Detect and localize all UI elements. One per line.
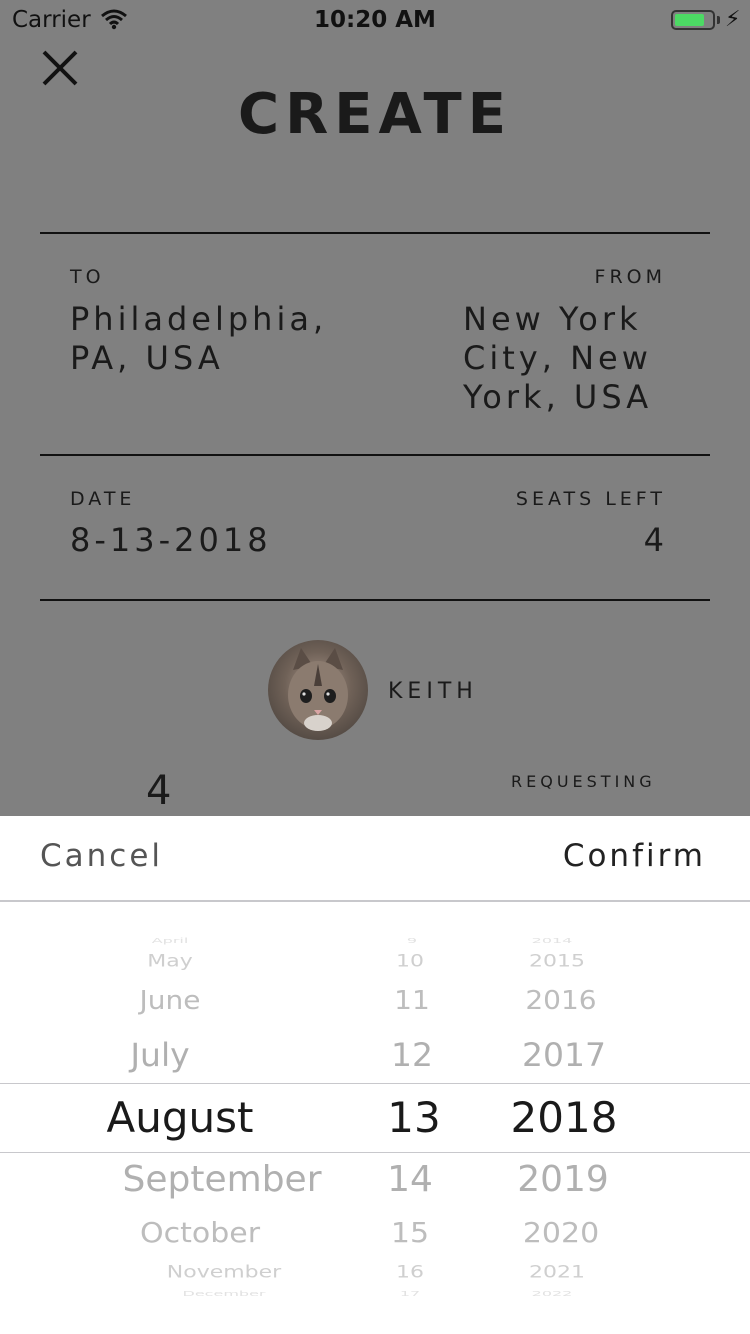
seat-count-value[interactable]: 4	[146, 771, 171, 811]
selection-bottom-line	[0, 1152, 750, 1153]
picker-month-option[interactable]: September	[123, 1160, 322, 1200]
picker-month-option[interactable]: June	[140, 986, 201, 1016]
picker-year-option[interactable]: 2022	[532, 1290, 573, 1299]
to-value-line: PA, USA	[70, 339, 224, 377]
picker-day-option[interactable]: 13	[387, 1093, 440, 1142]
picker-month-option[interactable]: April	[152, 937, 189, 946]
to-value[interactable]: Philadelphia, PA, USA	[70, 300, 327, 378]
charging-bolt-icon: ⚡	[725, 7, 741, 32]
status-time: 10:20 AM	[314, 7, 436, 33]
picker-month-option[interactable]: July	[130, 1036, 189, 1074]
date-picker-sheet: Cancel Confirm April May June July August Sep…	[0, 816, 750, 1334]
picker-day-option[interactable]: 17	[400, 1290, 420, 1299]
kitten-photo	[288, 648, 348, 731]
from-value-line: New York	[463, 300, 642, 338]
picker-day-option[interactable]: 11	[394, 986, 430, 1016]
battery-icon	[671, 10, 715, 30]
picker-month-option[interactable]: December	[183, 1290, 266, 1299]
picker-year-option[interactable]: 2019	[517, 1160, 609, 1200]
selection-top-line	[0, 1083, 750, 1084]
picker-year-option[interactable]: 2017	[522, 1036, 606, 1074]
picker-year-option[interactable]: 2014	[532, 937, 573, 946]
divider	[40, 454, 710, 456]
page-title: CREATE	[238, 82, 512, 147]
picker-day-option[interactable]: 14	[387, 1160, 433, 1200]
picker-year-option[interactable]: 2018	[511, 1093, 618, 1142]
cancel-button[interactable]: Cancel	[40, 838, 163, 874]
date-value[interactable]: 8-13-2018	[70, 521, 272, 560]
confirm-button[interactable]: Confirm	[563, 838, 706, 874]
create-ride-screen: Carrier 10:20 AM ⚡ CREATE TO Philadelphi…	[0, 0, 750, 816]
seats-left-label: SEATS LEFT	[515, 488, 666, 510]
picker-day-option[interactable]: 16	[396, 1263, 424, 1282]
picker-day-option[interactable]: 10	[396, 952, 424, 971]
divider	[40, 232, 710, 234]
battery-tip-icon	[717, 16, 720, 24]
picker-year-option[interactable]: 2015	[529, 952, 585, 971]
picker-month-option[interactable]: August	[107, 1093, 254, 1142]
driver-name: KEITH	[388, 679, 478, 704]
picker-day-option[interactable]: 15	[391, 1217, 429, 1249]
picker-day-option[interactable]: 12	[391, 1036, 433, 1074]
to-value-line: Philadelphia,	[70, 300, 328, 338]
requesting-label: REQUESTING	[511, 772, 656, 791]
picker-year-option[interactable]: 2016	[525, 986, 596, 1016]
driver-avatar	[268, 640, 368, 740]
from-value-line: City, New	[463, 339, 652, 377]
seats-left-value[interactable]: 4	[644, 521, 664, 560]
picker-month-option[interactable]: May	[147, 952, 192, 971]
picker-month-option[interactable]: November	[167, 1263, 281, 1282]
picker-year-option[interactable]: 2021	[529, 1263, 585, 1282]
sheet-divider	[0, 900, 750, 902]
from-label: FROM	[594, 266, 666, 288]
divider	[40, 599, 710, 601]
picker-year-option[interactable]: 2020	[523, 1217, 599, 1249]
status-bar: Carrier 10:20 AM ⚡	[0, 0, 750, 40]
to-label: TO	[70, 266, 105, 288]
from-value[interactable]: New York City, New York, USA	[463, 300, 652, 417]
date-label: DATE	[70, 488, 136, 510]
picker-month-option[interactable]: October	[140, 1217, 260, 1249]
picker-day-option[interactable]: 9	[407, 937, 417, 946]
from-value-line: York, USA	[463, 378, 653, 416]
